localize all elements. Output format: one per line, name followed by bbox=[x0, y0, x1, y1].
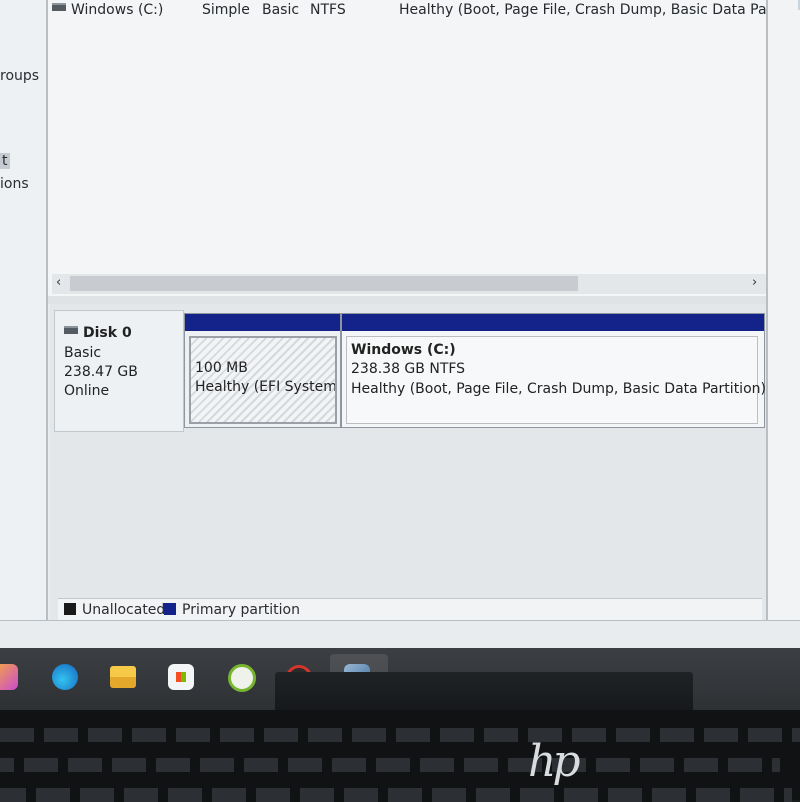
disk-type: Basic bbox=[64, 345, 102, 361]
partition-size: 100 MB bbox=[195, 360, 248, 376]
key-row bbox=[0, 758, 780, 772]
volume-name-cell: Windows (C:) bbox=[52, 2, 163, 18]
partition-body: Windows (C:) 238.38 GB NTFS Healthy (Boo… bbox=[346, 336, 766, 424]
green-app-icon[interactable] bbox=[228, 664, 256, 692]
disk-graph-pane: Disk 0 Basic 238.47 GB Online 100 MB Hea… bbox=[50, 304, 766, 621]
file-explorer-icon[interactable] bbox=[110, 666, 136, 688]
legend: Unallocated Primary partition bbox=[58, 598, 762, 621]
legend-unallocated: Unallocated bbox=[64, 602, 165, 618]
tree-item-selected[interactable]: t bbox=[0, 153, 10, 169]
horizontal-scrollbar[interactable]: ‹ › bbox=[52, 274, 766, 294]
partition-bar bbox=[342, 314, 764, 331]
screen: roups t ions Windows (C:) Simple Basic N… bbox=[0, 0, 800, 648]
console-tree: roups t ions bbox=[0, 0, 48, 620]
partition-size: 238.38 GB NTFS bbox=[351, 361, 466, 377]
scroll-left-icon[interactable]: ‹ bbox=[56, 275, 61, 290]
scrollbar-thumb[interactable] bbox=[70, 276, 578, 291]
volume-filesystem: NTFS bbox=[310, 2, 346, 18]
hp-logo: hp bbox=[528, 736, 580, 787]
volume-row[interactable]: Windows (C:) Simple Basic NTFS Healthy (… bbox=[48, 2, 766, 22]
disk-status: Online bbox=[64, 383, 110, 399]
disk-icon bbox=[64, 326, 78, 334]
partition-bar bbox=[185, 314, 340, 331]
volume-list: Windows (C:) Simple Basic NTFS Healthy (… bbox=[48, 0, 766, 297]
scroll-right-icon[interactable]: › bbox=[752, 275, 757, 290]
unallocated-swatch bbox=[64, 603, 76, 615]
legend-label: Primary partition bbox=[182, 602, 300, 618]
volume-layout: Simple bbox=[202, 2, 250, 18]
partition-windows-c[interactable]: Windows (C:) 238.38 GB NTFS Healthy (Boo… bbox=[341, 313, 766, 428]
volume-name: Windows (C:) bbox=[71, 2, 164, 18]
partition-status: Healthy (EFI System P bbox=[195, 379, 337, 395]
legend-label: Unallocated bbox=[82, 602, 166, 618]
disk-name-line: Disk 0 bbox=[64, 325, 132, 341]
partition-name: Windows (C:) bbox=[351, 342, 456, 358]
drive-icon bbox=[52, 3, 66, 11]
volume-status: Healthy (Boot, Page File, Crash Dump, Ba… bbox=[399, 2, 766, 18]
partition-efi[interactable]: 100 MB Healthy (EFI System P bbox=[184, 313, 341, 428]
tree-item-label: roups bbox=[0, 68, 40, 84]
volume-type: Basic bbox=[262, 2, 300, 18]
edge-icon[interactable] bbox=[52, 664, 78, 690]
partition-body: 100 MB Healthy (EFI System P bbox=[189, 336, 337, 424]
partition-status: Healthy (Boot, Page File, Crash Dump, Ba… bbox=[351, 381, 766, 397]
copilot-icon[interactable] bbox=[0, 664, 18, 690]
actions-pane bbox=[766, 0, 800, 620]
key-row bbox=[0, 728, 800, 742]
legend-primary: Primary partition bbox=[164, 602, 300, 618]
status-strip bbox=[0, 620, 800, 648]
tree-item-label: ions bbox=[0, 176, 29, 192]
tree-item[interactable]: ions bbox=[0, 176, 29, 192]
primary-swatch bbox=[164, 603, 176, 615]
tree-item-label: t bbox=[2, 153, 8, 169]
tree-item[interactable]: roups bbox=[0, 68, 39, 84]
disk-label[interactable]: Disk 0 Basic 238.47 GB Online bbox=[54, 310, 184, 432]
disk-size: 238.47 GB bbox=[64, 364, 138, 380]
pane-splitter[interactable] bbox=[48, 296, 766, 304]
disk-name: Disk 0 bbox=[83, 325, 132, 341]
store-icon[interactable] bbox=[168, 664, 194, 690]
keyboard bbox=[0, 710, 800, 802]
